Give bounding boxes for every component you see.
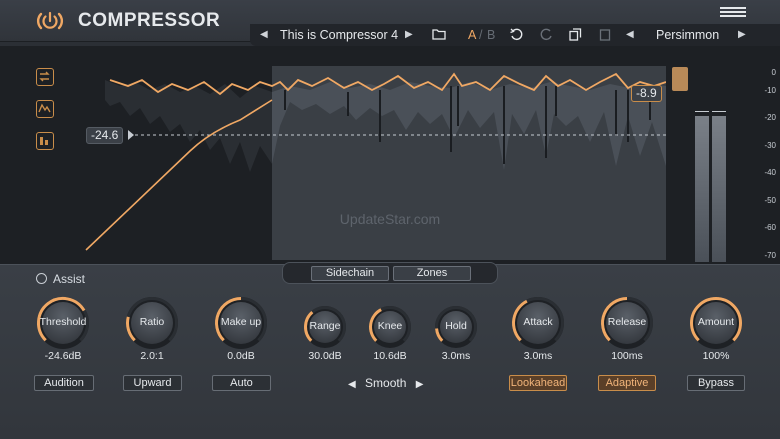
amount-knob[interactable]: Amount <box>686 293 746 353</box>
threshold-knob-label: Threshold <box>39 316 87 328</box>
ratio-value: 2.0:1 <box>140 350 164 362</box>
level-meter-left <box>695 116 709 262</box>
ratio-knob-label: Ratio <box>139 316 165 328</box>
ab-a-toggle[interactable]: A <box>468 27 476 43</box>
makeup-value: 0.0dB <box>227 350 255 362</box>
knee-knob-label: Knee <box>377 320 403 332</box>
smooth-next-icon[interactable]: ▶ <box>416 379 424 390</box>
style-name[interactable]: Persimmon <box>656 27 719 43</box>
preset-bar: ◀ This is Compressor 4 ▶ A / B ◀ Persimm… <box>250 24 780 46</box>
prev-preset-arrow-icon[interactable]: ◀ <box>260 27 268 43</box>
smooth-selector[interactable]: ◀ Smooth ▶ <box>348 376 432 390</box>
makeup-knob[interactable]: Make up <box>211 293 271 353</box>
release-value: 100ms <box>611 350 643 362</box>
copy-icon[interactable] <box>569 28 582 45</box>
attack-knob-label: Attack <box>523 316 553 328</box>
threshold-badge[interactable]: -24.6 <box>86 127 124 144</box>
amount-knob-label: Amount <box>697 316 735 328</box>
knee-knob[interactable]: Knee <box>365 302 415 352</box>
meter-icon[interactable] <box>36 132 54 150</box>
ratio-knob[interactable]: Ratio <box>122 293 182 353</box>
loop-icon[interactable] <box>36 68 54 86</box>
watermark-text: UpdateStar.com <box>340 211 440 227</box>
menu-icon[interactable] <box>720 7 746 21</box>
lookahead-button[interactable]: Lookahead <box>509 375 567 391</box>
range-knob-label: Range <box>309 320 341 332</box>
tabs: Sidechain Zones <box>282 262 498 284</box>
redo-icon[interactable] <box>540 28 553 45</box>
preset-name[interactable]: This is Compressor 4 <box>280 27 398 43</box>
compression-graph[interactable]: UpdateStar.com <box>80 46 666 260</box>
audition-button[interactable]: Audition <box>34 375 94 391</box>
tab-sidechain[interactable]: Sidechain <box>311 266 389 281</box>
adaptive-button[interactable]: Adaptive <box>598 375 656 391</box>
ab-b-toggle[interactable]: B <box>487 27 495 43</box>
next-style-arrow-icon[interactable]: ▶ <box>738 27 746 43</box>
attack-value: 3.0ms <box>523 350 553 362</box>
prev-style-arrow-icon[interactable]: ◀ <box>626 27 634 43</box>
threshold-knob[interactable]: Threshold <box>33 293 93 353</box>
attack-knob[interactable]: Attack <box>508 293 568 353</box>
release-knob-label: Release <box>607 316 647 328</box>
undo-icon[interactable] <box>510 28 523 45</box>
amount-value: 100% <box>702 350 730 362</box>
hold-value: 3.0ms <box>441 350 471 362</box>
gain-reduction-meter <box>672 67 688 91</box>
power-icon[interactable] <box>36 9 64 33</box>
release-knob[interactable]: Release <box>597 293 657 353</box>
threshold-value: -24.6dB <box>44 350 82 362</box>
meter-scale: 0 -10 -20 -30 -40 -50 -60 -70 <box>764 68 776 260</box>
gain-reduction-badge: -8.9 <box>631 85 662 102</box>
makeup-knob-label: Make up <box>220 316 262 328</box>
next-preset-arrow-icon[interactable]: ▶ <box>405 27 413 43</box>
auto-button[interactable]: Auto <box>212 375 271 391</box>
hold-knob-label: Hold <box>445 320 467 332</box>
level-meter-right <box>712 116 726 262</box>
assist-icon <box>36 273 47 284</box>
app-title: COMPRESSOR <box>78 10 221 31</box>
folder-icon[interactable] <box>432 28 446 44</box>
waveform-icon[interactable] <box>36 100 54 118</box>
smooth-prev-icon[interactable]: ◀ <box>348 379 356 390</box>
assist-toggle[interactable]: Assist <box>36 272 85 286</box>
assist-label: Assist <box>53 272 86 286</box>
tab-zones[interactable]: Zones <box>393 266 471 281</box>
bypass-button[interactable]: Bypass <box>687 375 745 391</box>
waveform-display[interactable]: UpdateStar.com -24.6 -8.9 0 -10 -20 -30 … <box>0 46 780 264</box>
upward-button[interactable]: Upward <box>123 375 182 391</box>
ab-separator: / <box>479 28 483 42</box>
range-knob[interactable]: Range <box>300 302 350 352</box>
paste-icon[interactable] <box>599 28 611 45</box>
hold-knob[interactable]: Hold <box>431 302 481 352</box>
smooth-label: Smooth <box>365 376 407 390</box>
